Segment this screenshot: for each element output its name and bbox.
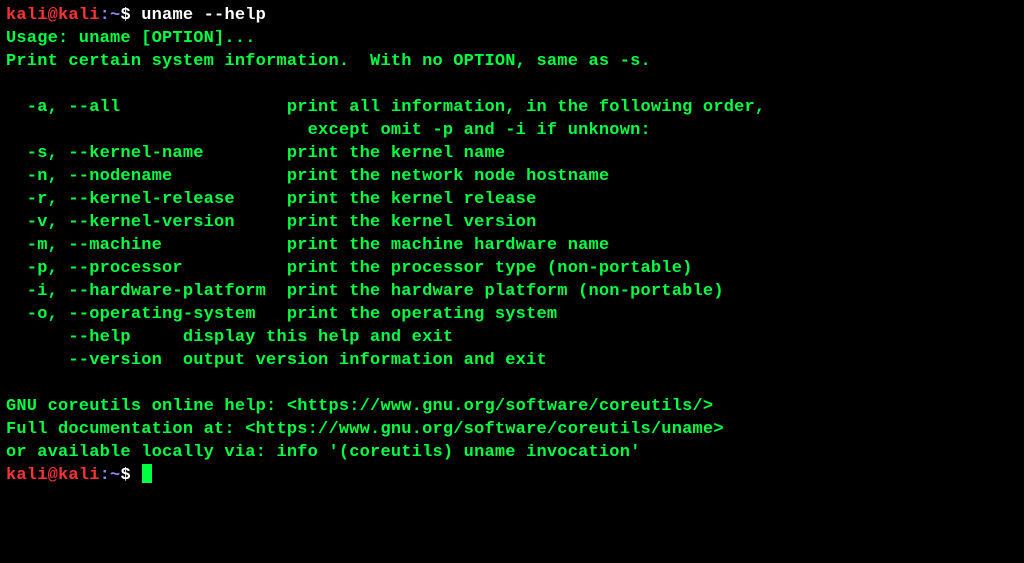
output-opt-2: -s, --kernel-name print the kernel name bbox=[6, 142, 1018, 165]
prompt-path: ~ bbox=[110, 6, 120, 25]
blank-line bbox=[6, 372, 1018, 395]
prompt-symbol: $ bbox=[120, 6, 130, 25]
output-opt-5: -v, --kernel-version print the kernel ve… bbox=[6, 211, 1018, 234]
command-input[interactable]: uname --help bbox=[141, 6, 266, 25]
output-opt-7: -p, --processor print the processor type… bbox=[6, 257, 1018, 280]
prompt-path: ~ bbox=[110, 466, 120, 485]
output-footer-2: or available locally via: info '(coreuti… bbox=[6, 441, 1018, 464]
prompt-symbol: $ bbox=[120, 466, 130, 485]
output-opt-0: -a, --all print all information, in the … bbox=[6, 96, 1018, 119]
output-opt-9: -o, --operating-system print the operati… bbox=[6, 303, 1018, 326]
output-opt-3: -n, --nodename print the network node ho… bbox=[6, 165, 1018, 188]
prompt-user: kali bbox=[6, 6, 48, 25]
prompt-user: kali bbox=[6, 466, 48, 485]
output-footer-0: GNU coreutils online help: <https://www.… bbox=[6, 395, 1018, 418]
prompt-at: @ bbox=[48, 466, 58, 485]
cursor-icon bbox=[142, 464, 152, 483]
output-usage: Usage: uname [OPTION]... bbox=[6, 27, 1018, 50]
prompt-line-1: kali@kali:~$ uname --help bbox=[6, 4, 1018, 27]
output-opt-11: --version output version information and… bbox=[6, 349, 1018, 372]
output-opt-4: -r, --kernel-release print the kernel re… bbox=[6, 188, 1018, 211]
output-opt-10: --help display this help and exit bbox=[6, 326, 1018, 349]
prompt-at: @ bbox=[48, 6, 58, 25]
blank-line bbox=[6, 73, 1018, 96]
output-opt-6: -m, --machine print the machine hardware… bbox=[6, 234, 1018, 257]
prompt-colon: : bbox=[100, 466, 110, 485]
prompt-colon: : bbox=[100, 6, 110, 25]
output-opt-8: -i, --hardware-platform print the hardwa… bbox=[6, 280, 1018, 303]
prompt-line-2[interactable]: kali@kali:~$ bbox=[6, 464, 1018, 487]
prompt-host: kali bbox=[58, 466, 100, 485]
output-opt-1: except omit -p and -i if unknown: bbox=[6, 119, 1018, 142]
command-output-sep bbox=[131, 6, 141, 25]
output-footer-1: Full documentation at: <https://www.gnu.… bbox=[6, 418, 1018, 441]
output-desc: Print certain system information. With n… bbox=[6, 50, 1018, 73]
prompt-host: kali bbox=[58, 6, 100, 25]
